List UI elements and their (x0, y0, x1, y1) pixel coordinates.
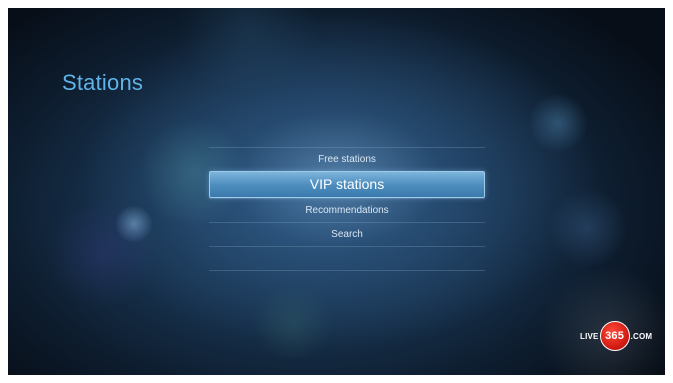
menu-item-free-stations[interactable]: Free stations (209, 147, 485, 171)
menu-item-search[interactable]: Search (209, 222, 485, 246)
bokeh-decoration (248, 288, 338, 358)
page-title: Stations (62, 70, 144, 95)
bokeh-decoration (168, 8, 328, 88)
logo-badge: 365 (599, 321, 630, 351)
menu-item-recommendations[interactable]: Recommendations (209, 198, 485, 222)
live365-logo: LIVE 365 .COM (580, 321, 652, 351)
menu-item-empty (209, 246, 485, 270)
logo-prefix: LIVE (580, 331, 599, 341)
menu-divider (209, 270, 485, 271)
stations-menu: Free stations VIP stations Recommendatio… (209, 147, 485, 271)
bokeh-decoration (116, 206, 152, 242)
bokeh-decoration (528, 93, 588, 153)
bokeh-decoration (548, 188, 628, 268)
bokeh-decoration (48, 198, 158, 308)
media-player-screen: Stations Free stations VIP stations Reco… (8, 8, 665, 375)
menu-item-vip-stations[interactable]: VIP stations (209, 171, 485, 198)
logo-suffix: .COM (630, 331, 653, 341)
